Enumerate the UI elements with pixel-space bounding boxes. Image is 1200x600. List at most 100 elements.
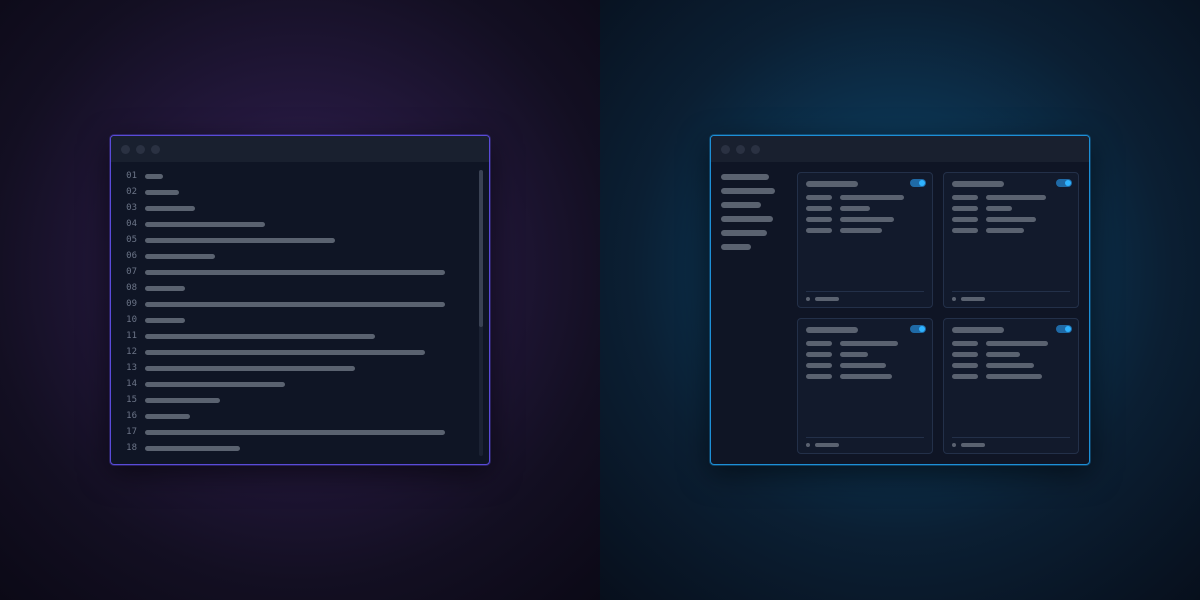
code-line[interactable]: 06 [121,248,475,264]
dashboard-card[interactable] [797,172,933,308]
card-rows [806,341,924,431]
row-value-placeholder [986,228,1024,233]
code-line[interactable]: 10 [121,312,475,328]
status-dot-icon [806,443,810,447]
code-content-placeholder [145,222,265,227]
sidebar-item[interactable] [721,202,761,208]
footer-label-placeholder [815,443,839,447]
code-line[interactable]: 03 [121,200,475,216]
footer-label-placeholder [815,297,839,301]
code-content-placeholder [145,382,285,387]
card-row [952,374,1070,379]
row-value-placeholder [840,374,892,379]
row-key-placeholder [952,341,978,346]
card-title-placeholder [952,327,1004,333]
code-line[interactable]: 02 [121,184,475,200]
card-toggle[interactable] [1056,179,1072,187]
card-rows [952,341,1070,431]
code-content-placeholder [145,270,445,275]
traffic-light-min-icon[interactable] [136,145,145,154]
dashboard-card[interactable] [943,318,1079,454]
row-value-placeholder [986,374,1042,379]
card-title-placeholder [952,181,1004,187]
code-line[interactable]: 05 [121,232,475,248]
row-value-placeholder [840,228,882,233]
card-row [806,352,924,357]
code-content-placeholder [145,366,355,371]
code-line[interactable]: 17 [121,424,475,440]
sidebar-item[interactable] [721,216,773,222]
sidebar-item[interactable] [721,174,769,180]
row-value-placeholder [986,217,1036,222]
code-content-placeholder [145,286,185,291]
code-content-placeholder [145,350,425,355]
editor-scrollbar[interactable] [479,170,483,456]
card-row [952,363,1070,368]
row-key-placeholder [952,228,978,233]
line-number: 06 [121,248,137,264]
card-row [806,206,924,211]
row-key-placeholder [806,228,832,233]
code-line[interactable]: 12 [121,344,475,360]
dashboard-grid [797,172,1079,454]
window-titlebar [711,136,1089,162]
code-content-placeholder [145,446,240,451]
dashboard-card[interactable] [797,318,933,454]
card-toggle[interactable] [910,325,926,333]
row-key-placeholder [952,206,978,211]
line-number: 14 [121,376,137,392]
traffic-light-max-icon[interactable] [151,145,160,154]
card-toggle[interactable] [1056,325,1072,333]
code-line[interactable]: 14 [121,376,475,392]
card-row [952,352,1070,357]
editor-body[interactable]: 010203040506070809101112131415161718 [111,162,489,464]
scrollbar-thumb[interactable] [479,170,483,327]
pane-code: 010203040506070809101112131415161718 [0,0,600,600]
code-line[interactable]: 09 [121,296,475,312]
card-row [952,217,1070,222]
code-line[interactable]: 13 [121,360,475,376]
card-row [806,217,924,222]
row-value-placeholder [840,341,898,346]
dashboard-card[interactable] [943,172,1079,308]
code-content-placeholder [145,398,220,403]
card-footer [806,291,924,301]
row-key-placeholder [806,206,832,211]
code-content-placeholder [145,254,215,259]
code-line[interactable]: 08 [121,280,475,296]
row-value-placeholder [986,352,1020,357]
status-dot-icon [952,443,956,447]
code-line[interactable]: 04 [121,216,475,232]
traffic-light-close-icon[interactable] [121,145,130,154]
row-key-placeholder [806,217,832,222]
code-line[interactable]: 07 [121,264,475,280]
code-content-placeholder [145,206,195,211]
sidebar-item[interactable] [721,188,775,194]
traffic-light-min-icon[interactable] [736,145,745,154]
card-toggle[interactable] [910,179,926,187]
line-number: 17 [121,424,137,440]
dashboard-sidebar [721,172,787,454]
row-value-placeholder [840,206,870,211]
row-key-placeholder [806,341,832,346]
line-number: 10 [121,312,137,328]
card-row [952,228,1070,233]
code-content-placeholder [145,430,445,435]
code-line[interactable]: 01 [121,168,475,184]
card-row [806,195,924,200]
line-number: 16 [121,408,137,424]
sidebar-item[interactable] [721,230,767,236]
code-line[interactable]: 16 [121,408,475,424]
card-row [806,228,924,233]
card-rows [806,195,924,285]
row-key-placeholder [952,352,978,357]
code-content-placeholder [145,238,335,243]
code-line[interactable]: 15 [121,392,475,408]
line-number: 15 [121,392,137,408]
traffic-light-close-icon[interactable] [721,145,730,154]
traffic-light-max-icon[interactable] [751,145,760,154]
card-footer [952,291,1070,301]
code-line[interactable]: 18 [121,440,475,456]
sidebar-item[interactable] [721,244,751,250]
code-line[interactable]: 11 [121,328,475,344]
